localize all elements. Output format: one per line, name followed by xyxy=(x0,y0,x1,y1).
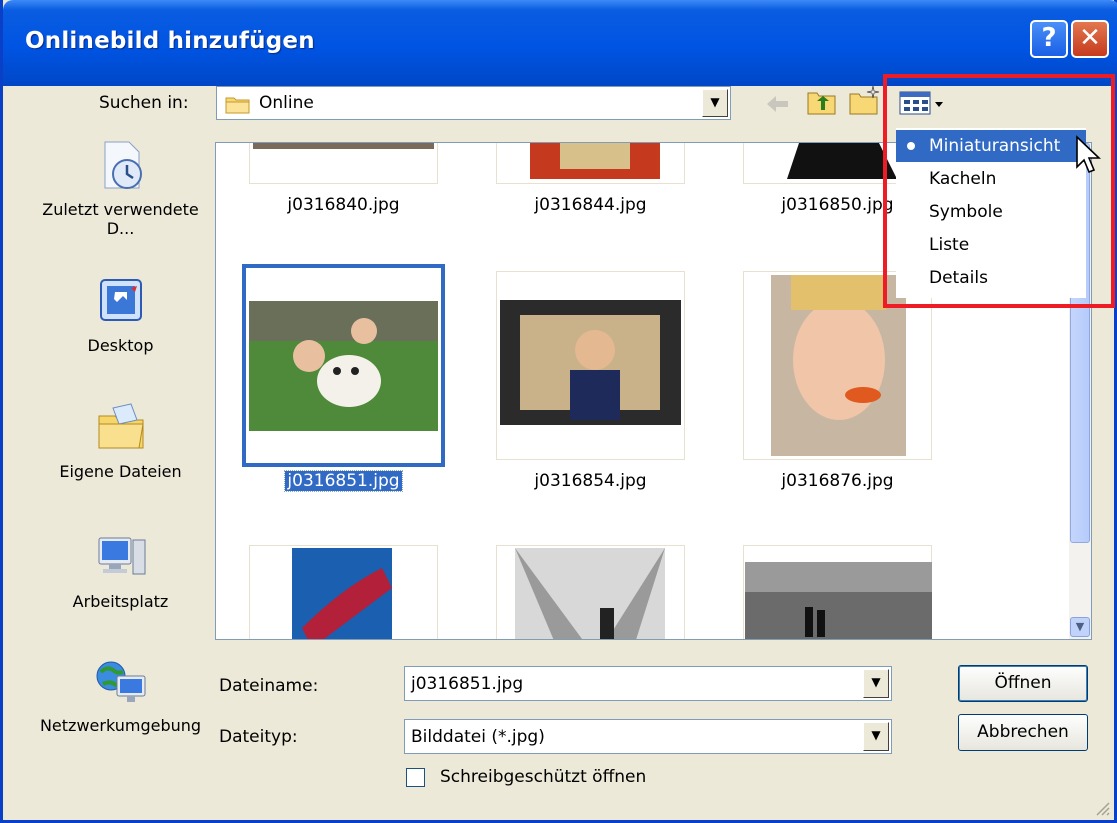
place-network[interactable]: Netzwerkumgebung xyxy=(33,654,208,735)
place-desktop[interactable]: Desktop xyxy=(33,274,208,355)
network-places-icon xyxy=(96,661,145,702)
look-in-value: Online xyxy=(259,93,314,113)
photo-thumbnail-image xyxy=(515,548,665,639)
highlight-annotation-box xyxy=(883,74,1115,308)
place-my-computer-label: Arbeitsplatz xyxy=(72,592,169,611)
look-in-label: Suchen in: xyxy=(99,93,189,113)
filename-value: j0316851.jpg xyxy=(411,673,524,694)
readonly-checkbox[interactable] xyxy=(406,768,425,787)
filename-label: Dateiname: xyxy=(219,676,319,696)
new-folder-icon[interactable] xyxy=(849,84,881,116)
place-my-documents[interactable]: Eigene Dateien xyxy=(33,400,208,481)
place-recent-label: Zuletzt verwendete D... xyxy=(42,200,199,238)
my-documents-icon xyxy=(98,403,144,449)
file-thumbnail[interactable] xyxy=(496,271,685,460)
file-name-selected[interactable]: j0316851.jpg xyxy=(249,470,438,492)
file-thumbnail[interactable] xyxy=(496,545,685,639)
photo-thumbnail-image xyxy=(249,301,438,431)
folder-icon xyxy=(225,97,250,114)
place-recent[interactable]: Zuletzt verwendete D... xyxy=(33,138,208,238)
filename-dropdown-button[interactable]: ▼ xyxy=(863,669,889,698)
recent-documents-icon xyxy=(104,141,142,189)
place-my-computer[interactable]: Arbeitsplatz xyxy=(33,530,208,611)
file-name[interactable]: j0316854.jpg xyxy=(496,471,685,491)
file-thumbnail[interactable] xyxy=(249,545,438,639)
file-thumbnail[interactable] xyxy=(496,143,685,184)
desktop-icon xyxy=(99,279,142,321)
file-name[interactable]: j0316844.jpg xyxy=(496,195,685,215)
place-desktop-label: Desktop xyxy=(87,336,154,355)
file-thumbnail[interactable] xyxy=(743,545,932,639)
photo-thumbnail-image xyxy=(292,548,392,639)
help-button[interactable]: ? xyxy=(1030,20,1068,58)
look-in-combobox[interactable]: Online ▼ xyxy=(216,86,731,120)
open-picture-dialog: Onlinebild hinzufügen ? ✕ Suchen in: Onl… xyxy=(0,0,1117,823)
file-thumbnail-selected[interactable] xyxy=(242,264,445,467)
resize-grip-icon[interactable] xyxy=(1094,800,1110,816)
filetype-combobox[interactable]: Bilddatei (*.jpg) ▼ xyxy=(404,719,892,754)
place-my-documents-label: Eigene Dateien xyxy=(59,462,182,481)
filetype-label: Dateityp: xyxy=(219,727,298,747)
filetype-dropdown-button[interactable]: ▼ xyxy=(863,722,889,751)
place-network-label: Netzwerkumgebung xyxy=(39,716,202,735)
window-title: Onlinebild hinzufügen xyxy=(25,28,315,54)
mouse-pointer-icon xyxy=(1076,135,1101,174)
file-name[interactable]: j0316840.jpg xyxy=(249,195,438,215)
my-computer-icon xyxy=(98,537,145,575)
photo-thumbnail-image xyxy=(500,300,681,425)
filetype-value: Bilddatei (*.jpg) xyxy=(411,726,545,747)
open-button[interactable]: Öffnen xyxy=(958,665,1088,702)
back-arrow-icon[interactable] xyxy=(763,92,791,116)
cancel-button[interactable]: Abbrechen xyxy=(958,714,1088,751)
look-in-dropdown-button[interactable]: ▼ xyxy=(702,89,728,117)
photo-thumbnail-image xyxy=(530,143,660,179)
scroll-down-button[interactable]: ▼ xyxy=(1070,617,1090,637)
file-thumbnail[interactable] xyxy=(249,143,438,184)
photo-thumbnail-image xyxy=(745,562,932,639)
file-name[interactable]: j0316876.jpg xyxy=(743,471,932,491)
photo-thumbnail-image xyxy=(253,143,434,149)
up-one-level-icon[interactable] xyxy=(807,88,837,116)
close-button[interactable]: ✕ xyxy=(1071,20,1109,58)
readonly-checkbox-label[interactable]: Schreibgeschützt öffnen xyxy=(440,767,646,787)
filename-combobox[interactable]: j0316851.jpg ▼ xyxy=(404,666,892,701)
